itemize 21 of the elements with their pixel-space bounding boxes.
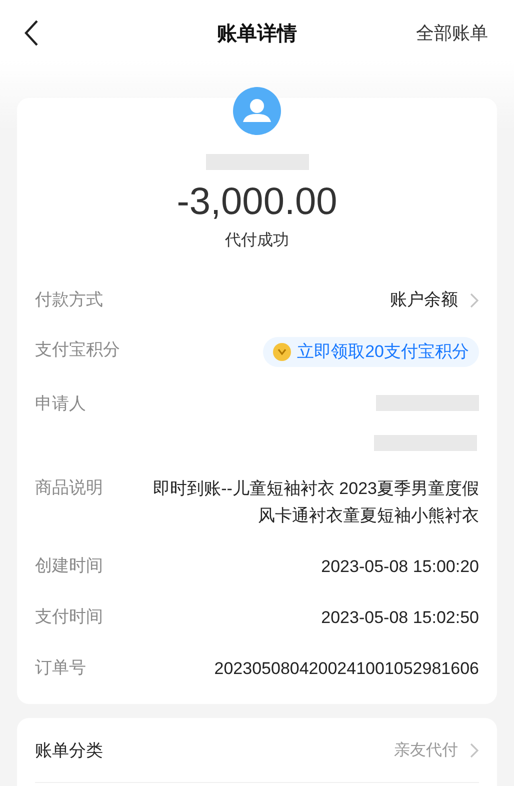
field-value: 2023-05-08 15:00:20	[321, 556, 479, 578]
field-value: 即时到账--儿童短袖衬衣 2023夏季男童度假风卡通衬衣童夏短袖小熊衬衣	[152, 478, 479, 527]
field-label: 支付宝积分	[35, 339, 120, 361]
field-label: 付款方式	[35, 289, 103, 311]
field-label: 创建时间	[35, 555, 103, 577]
chevron-icon	[470, 292, 479, 308]
all-bills-link[interactable]: 全部账单	[416, 21, 488, 45]
field-label: 订单号	[35, 657, 86, 679]
points-badge[interactable]: 立即领取20支付宝积分	[263, 337, 479, 367]
field-value: 2023-05-08 15:02:50	[321, 607, 479, 629]
field-value: 2023050804200241001052981606	[214, 658, 479, 680]
chevron-icon	[470, 742, 479, 758]
field-label: 商品说明	[35, 477, 103, 499]
coin-icon	[273, 343, 292, 361]
amount-text: -3,000.00	[176, 180, 338, 224]
field-label: 账单分类	[35, 740, 103, 762]
payment-method-link[interactable]: 账户余额	[390, 287, 479, 313]
field-label: 支付时间	[35, 606, 103, 628]
status-text: 代付成功	[225, 230, 289, 251]
field-label: 申请人	[35, 393, 86, 415]
page-title: 账单详情	[217, 22, 297, 44]
